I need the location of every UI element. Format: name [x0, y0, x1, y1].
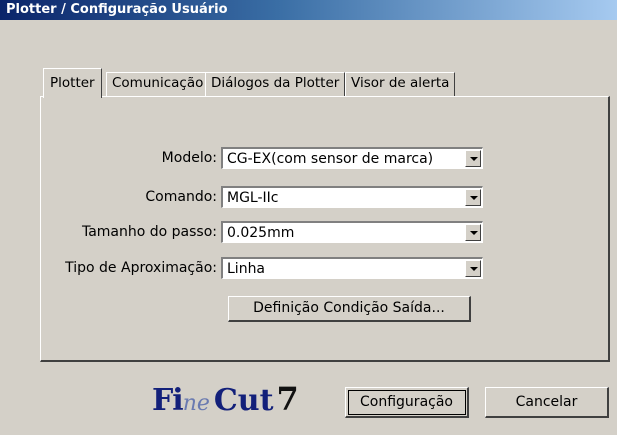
logo-text-fi: Fi	[152, 383, 184, 418]
tab-plotter[interactable]: Plotter	[43, 68, 102, 98]
logo-text-7: 7	[276, 380, 299, 418]
tab-dialogos-plotter[interactable]: Diálogos da Plotter	[205, 72, 346, 96]
aproximacao-label: Tipo de Aproximação:	[65, 260, 217, 276]
cancel-button[interactable]: Cancelar	[485, 387, 609, 418]
logo-text-cut: Cut	[213, 383, 274, 418]
chevron-down-icon[interactable]	[465, 189, 481, 206]
comando-value: MGL-IIc	[227, 190, 279, 206]
modelo-value: CG-EX(com sensor de marca)	[227, 151, 434, 167]
tab-visor-alerta[interactable]: Visor de alerta	[345, 72, 456, 96]
output-condition-button[interactable]: Definição Condição Saída...	[228, 296, 471, 322]
logo-text-ne: ne	[182, 391, 210, 416]
chevron-down-icon[interactable]	[465, 260, 481, 277]
passo-label: Tamanho do passo:	[81, 224, 217, 240]
configuracao-button[interactable]: Configuração	[345, 387, 469, 418]
chevron-down-icon[interactable]	[465, 224, 481, 241]
chevron-down-icon[interactable]	[465, 150, 481, 167]
modelo-label: Modelo:	[161, 150, 217, 166]
aproximacao-value: Linha	[227, 261, 266, 277]
passo-select[interactable]: 0.025mm	[221, 221, 483, 243]
comando-label: Comando:	[145, 189, 217, 205]
modelo-select[interactable]: CG-EX(com sensor de marca)	[221, 147, 483, 169]
window-title: Plotter / Configuração Usuário	[0, 0, 617, 20]
passo-value: 0.025mm	[227, 225, 295, 241]
comando-select[interactable]: MGL-IIc	[221, 186, 483, 208]
tab-comunicacao[interactable]: Comunicação	[106, 72, 210, 96]
finecut-logo: Fine Cut7	[152, 380, 299, 420]
aproximacao-select[interactable]: Linha	[221, 257, 483, 279]
